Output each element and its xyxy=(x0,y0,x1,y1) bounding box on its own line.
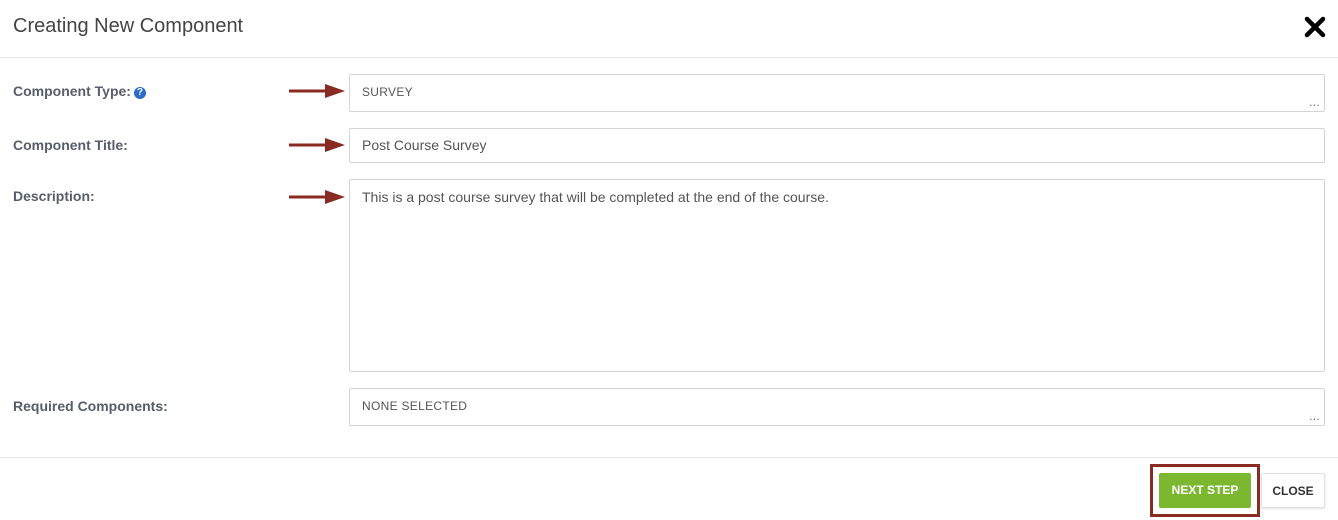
component-title-input[interactable]: Post Course Survey xyxy=(349,128,1325,163)
component-type-value: SURVEY xyxy=(362,85,413,99)
modal-header: Creating New Component xyxy=(0,0,1338,58)
required-components-ellipsis[interactable]: ... xyxy=(1309,409,1320,423)
right-arrow-icon xyxy=(289,138,345,152)
create-component-modal: Creating New Component Component Type:? … xyxy=(0,0,1338,520)
close-button[interactable]: CLOSE xyxy=(1261,473,1325,508)
description-label: Description: xyxy=(13,188,95,204)
required-components-select[interactable]: NONE SELECTED ... xyxy=(349,388,1325,426)
modal-title: Creating New Component xyxy=(13,15,244,37)
modal-footer xyxy=(0,457,1338,520)
next-step-button[interactable]: NEXT STEP xyxy=(1159,473,1251,508)
right-arrow-icon xyxy=(289,190,345,204)
required-components-label: Required Components: xyxy=(13,398,168,414)
component-title-label: Component Title: xyxy=(13,137,128,153)
component-type-ellipsis[interactable]: ... xyxy=(1309,95,1320,109)
component-type-label-text: Component Type: xyxy=(13,83,131,99)
question-circle-icon[interactable]: ? xyxy=(133,87,146,99)
component-type-label: Component Type:? xyxy=(13,83,146,99)
close-x-icon[interactable] xyxy=(1304,16,1326,38)
description-textarea[interactable]: This is a post course survey that will b… xyxy=(349,179,1325,372)
required-components-value: NONE SELECTED xyxy=(362,399,468,413)
component-type-select[interactable]: SURVEY ... xyxy=(349,74,1325,112)
right-arrow-icon xyxy=(289,84,345,98)
